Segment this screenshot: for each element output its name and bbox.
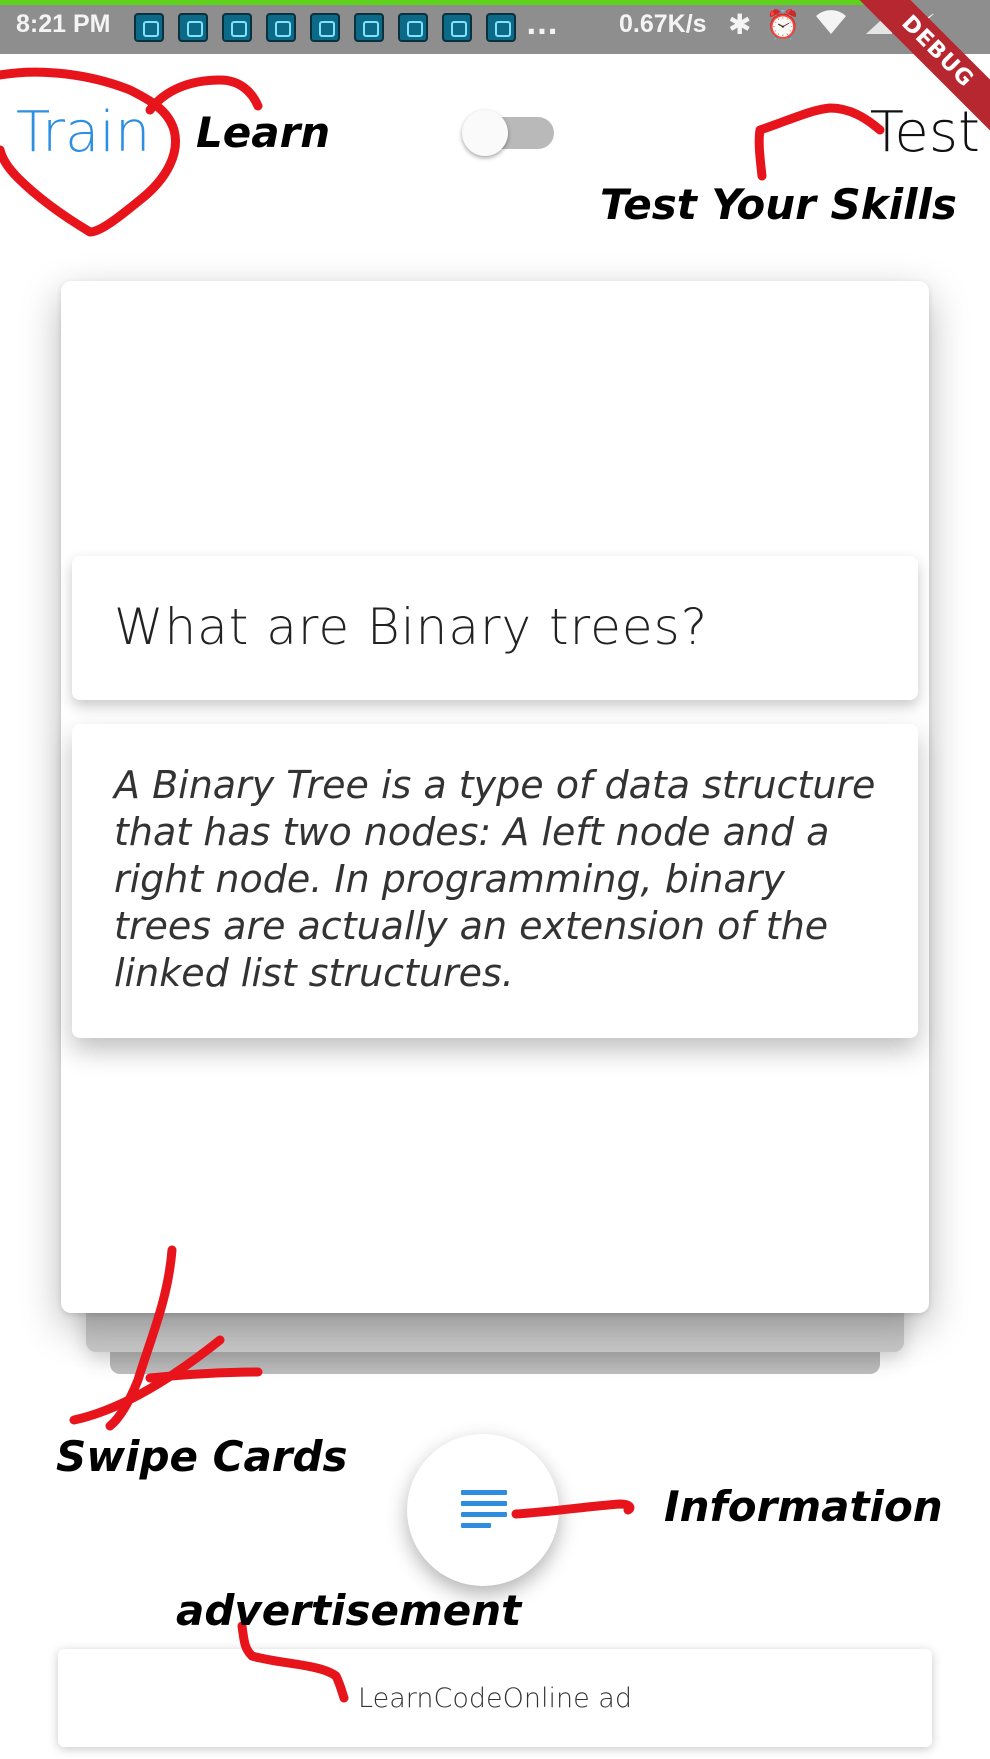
annotation-test-your-skills: Test Your Skills bbox=[600, 180, 957, 229]
ad-banner[interactable]: LearnCodeOnline ad bbox=[58, 1649, 932, 1747]
notification-app-icon bbox=[134, 13, 164, 42]
notification-app-icon bbox=[310, 13, 340, 42]
mode-toggle-switch[interactable] bbox=[462, 110, 562, 156]
answer-card: A Binary Tree is a type of data structur… bbox=[72, 724, 918, 1038]
annotation-learn: Learn bbox=[196, 108, 331, 157]
notification-app-icon bbox=[222, 13, 252, 42]
notification-app-icon bbox=[266, 13, 296, 42]
annotation-information: Information bbox=[664, 1482, 943, 1531]
wifi-icon bbox=[814, 8, 848, 43]
notification-app-icon bbox=[486, 13, 516, 42]
question-card: What are Binary trees? bbox=[72, 556, 918, 700]
annotation-advertisement: advertisement bbox=[176, 1586, 522, 1635]
notes-icon bbox=[461, 1490, 507, 1530]
train-mode-label[interactable]: Train bbox=[16, 100, 150, 165]
network-speed: 0.67K/s bbox=[619, 10, 707, 38]
annotation-swipe-cards: Swipe Cards bbox=[56, 1432, 348, 1481]
question-text: What are Binary trees? bbox=[114, 598, 709, 656]
notification-overflow: ... bbox=[526, 8, 558, 41]
status-bar: 8:21 PM ... 0.67K/s ✱ ⏰ × ⚡ bbox=[0, 0, 990, 54]
alarm-icon: ⏰ bbox=[765, 8, 801, 41]
answer-text: A Binary Tree is a type of data structur… bbox=[114, 763, 876, 995]
notification-icons bbox=[134, 13, 516, 42]
toggle-thumb bbox=[462, 110, 508, 156]
notification-app-icon bbox=[442, 13, 472, 42]
bluetooth-icon: ✱ bbox=[728, 8, 752, 41]
notification-app-icon bbox=[354, 13, 384, 42]
notification-app-icon bbox=[178, 13, 208, 42]
test-arrow-scribble bbox=[754, 103, 885, 181]
status-time: 8:21 PM bbox=[16, 10, 111, 38]
information-button[interactable] bbox=[407, 1434, 559, 1586]
test-mode-label[interactable]: Test bbox=[870, 100, 980, 165]
ad-text: LearnCodeOnline ad bbox=[358, 1683, 632, 1714]
status-progress-line bbox=[0, 0, 872, 5]
train-loop-scribble bbox=[145, 75, 263, 115]
notification-app-icon bbox=[398, 13, 428, 42]
